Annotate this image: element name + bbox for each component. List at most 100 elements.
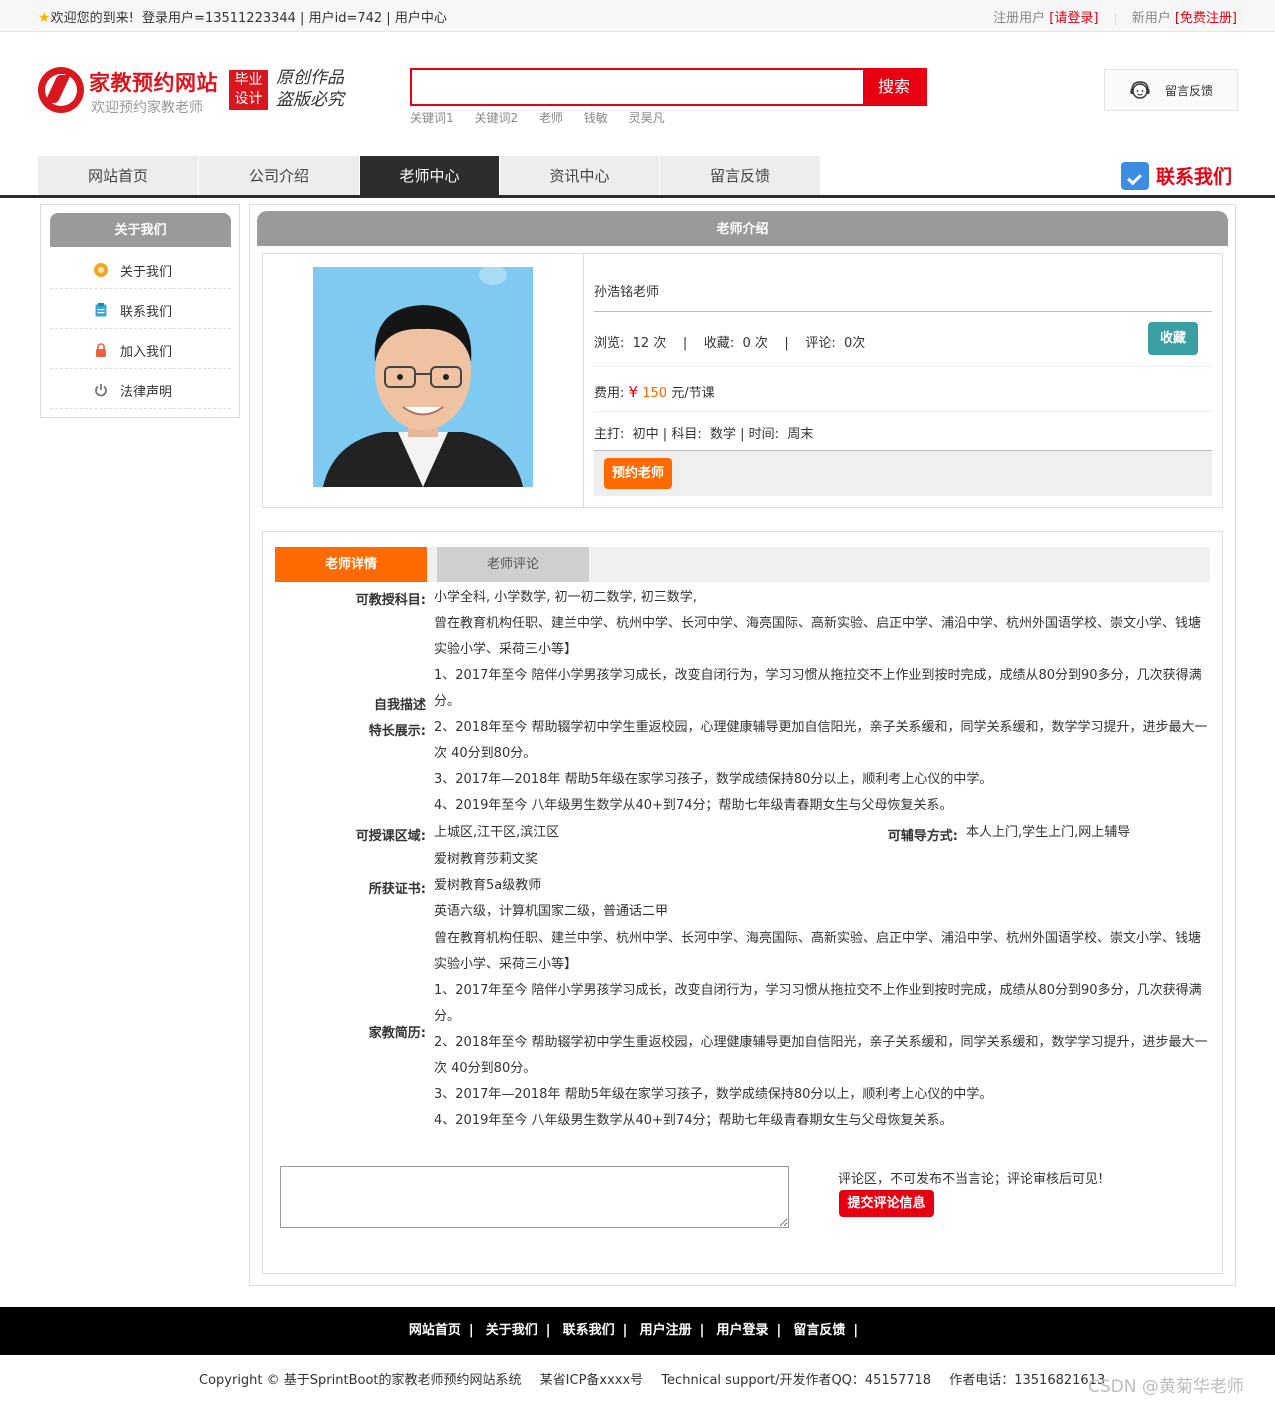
fee-divider	[594, 411, 1212, 412]
search-input[interactable]	[412, 70, 865, 104]
major-label: 主打:	[594, 427, 625, 442]
sidebar-item-label: 联系我们	[120, 305, 173, 320]
footer-separator: |	[622, 1323, 628, 1338]
favorite-button[interactable]: 收藏	[1148, 322, 1198, 355]
top-divider	[1114, 12, 1116, 25]
footer-link-feedback[interactable]: 留言反馈	[793, 1307, 845, 1355]
tab-teacher-comments[interactable]: 老师评论	[437, 547, 589, 582]
copyright-text: Copyright © 基于SprintBoot的家教老师预约网站系统	[199, 1373, 522, 1388]
badge-line1: 毕业	[234, 72, 263, 88]
subject-value: 数学	[709, 427, 736, 442]
footer-nav: 网站首页 | 关于我们 | 联系我们 | 用户注册 | 用户登录 | 留言反馈 |	[0, 1307, 1275, 1355]
sidebar-item-contact[interactable]: 联系我们	[50, 289, 231, 329]
self-description-line: 2、2018年至今 帮助辍学初中学生重返校园，心理健康辅导更加自信阳光，亲子关系…	[434, 720, 1208, 761]
check-icon	[1121, 162, 1149, 190]
nav-item-company[interactable]: 公司介绍	[199, 156, 360, 195]
nav-item-news[interactable]: 资讯中心	[500, 156, 660, 195]
footer-link-login[interactable]: 用户登录	[716, 1307, 768, 1355]
top-bar-right: 注册用户 [请登录] 新用户 [免费注册]	[993, 7, 1237, 26]
hot-keyword[interactable]: 钱敏	[584, 111, 608, 125]
hot-keyword[interactable]: 老师	[539, 111, 563, 125]
tab-teacher-details[interactable]: 老师详情	[275, 547, 427, 582]
hot-keyword[interactable]: 关键词1	[410, 111, 454, 125]
subject-label: 科目:	[671, 427, 702, 442]
customer-service-icon	[1130, 81, 1150, 99]
register-link[interactable]: [免费注册]	[1175, 11, 1237, 26]
comment-input[interactable]	[280, 1166, 789, 1228]
mode-label: 可辅导方式:	[887, 829, 958, 844]
sidebar-item-legal[interactable]: 法律声明	[50, 369, 231, 409]
contact-us-label: 联系我们	[1156, 166, 1233, 188]
self-description-line: 3、2017年—2018年 帮助5年级在家学习孩子，数学成绩保持80分以上，顺利…	[434, 772, 993, 787]
hot-keywords: 关键词1 关键词2 老师 钱敏 灵昊凡	[410, 109, 682, 126]
feedback-button[interactable]: 留言反馈	[1104, 69, 1238, 111]
hot-keyword[interactable]: 灵昊凡	[629, 111, 665, 125]
nav-item-teachers[interactable]: 老师中心	[360, 156, 500, 195]
nav-item-home[interactable]: 网站首页	[38, 156, 199, 195]
user-center-link[interactable]: 用户中心	[395, 11, 447, 26]
nav-underline	[0, 195, 1275, 198]
hot-keyword[interactable]: 关键词2	[474, 111, 518, 125]
power-icon	[95, 384, 107, 397]
time-value: 周末	[787, 427, 814, 442]
certificate-item: 爱树教育5a级教师	[434, 878, 542, 893]
major-value: 初中	[632, 427, 659, 442]
badge-line2: 设计	[234, 91, 263, 107]
graduation-badge: 毕业 设计	[229, 70, 268, 110]
search-button[interactable]: 搜索	[863, 70, 925, 104]
footer-link-home[interactable]: 网站首页	[409, 1307, 461, 1355]
views-label: 浏览:	[594, 336, 625, 351]
name-divider	[594, 311, 1212, 312]
footer-link-about[interactable]: 关于我们	[486, 1307, 538, 1355]
fee-label: 费用:	[594, 386, 625, 401]
self-description-text: 曾在教育机构任职、建兰中学、杭州中学、长河中学、海亮国际、高新实验、启正中学、浦…	[434, 611, 1209, 819]
support-text: Technical support/开发作者QQ：45157718	[661, 1373, 932, 1388]
fee-row: 费用: ¥ 150 元/节课	[594, 382, 1212, 401]
teacher-name: 孙浩铭老师	[594, 285, 660, 300]
self-description-line: 1、2017年至今 陪伴小学男孩学习成长，改变自闭行为，学习习惯从拖拉交不上作业…	[434, 668, 1202, 709]
feedback-label: 留言反馈	[1165, 84, 1214, 98]
user-id-text: 用户id=742	[308, 11, 383, 26]
history-line: 2、2018年至今 帮助辍学初中学生重返校园，心理健康辅导更加自信阳光，亲子关系…	[434, 1035, 1208, 1076]
sidebar-item-join[interactable]: 加入我们	[50, 329, 231, 369]
booking-bar	[594, 451, 1212, 496]
teacher-portrait-image	[313, 267, 533, 487]
comments-value: 0次	[843, 336, 866, 351]
login-link[interactable]: [请登录]	[1049, 11, 1098, 26]
sidebar: 关于我们 关于我们 联系我们 加入我们 法律声明	[40, 204, 240, 418]
footer-link-contact[interactable]: 联系我们	[563, 1307, 615, 1355]
favorites-value: 0 次	[742, 336, 768, 351]
orange-circle-icon	[94, 263, 108, 277]
profile-divider	[583, 254, 584, 507]
views-value: 12 次	[632, 336, 667, 351]
slogan-line1: 原创作品	[276, 68, 344, 88]
submit-comment-button[interactable]: 提交评论信息	[839, 1190, 934, 1217]
certificates-list: 爱树教育莎莉文奖 爱树教育5a级教师 英语六级，计算机国家二级，普通话二甲	[434, 847, 1209, 925]
phone-text: 作者电话：13516821613	[949, 1373, 1106, 1388]
area-label: 可授课区域:	[355, 829, 426, 844]
self-description-label: 自我描述	[373, 698, 426, 713]
history-line: 4、2019年至今 八年级男生数学从40+到74分；帮助七年级青春期女生与父母恢…	[434, 1113, 953, 1128]
specialty-label: 特长展示:	[368, 724, 426, 739]
logo-subtitle: 欢迎预约家教老师	[91, 100, 203, 116]
fee-value: 150	[642, 386, 668, 401]
sidebar-item-about[interactable]: 关于我们	[50, 249, 231, 289]
comment-tip: 评论区，不可发布不当言论；评论审核后可见!	[838, 1172, 1104, 1187]
book-teacher-button[interactable]: 预约老师	[604, 458, 672, 489]
copyright-bar: Copyright © 基于SprintBoot的家教老师预约网站系统 某省IC…	[0, 1369, 1275, 1388]
nav-item-feedback[interactable]: 留言反馈	[660, 156, 821, 195]
teacher-photo	[313, 267, 533, 487]
certificate-item: 英语六级，计算机国家二级，普通话二甲	[434, 904, 669, 919]
footer-link-register[interactable]: 用户注册	[640, 1307, 692, 1355]
footer-separator: |	[468, 1323, 474, 1338]
login-user-text: 登录用户=13511223344	[142, 11, 296, 26]
slogan: 原创作品 盗版必究	[276, 67, 356, 111]
icp-text: 某省ICP备xxxx号	[539, 1373, 644, 1388]
stats-divider	[594, 366, 1212, 367]
history-line: 3、2017年—2018年 帮助5年级在家学习孩子，数学成绩保持80分以上，顺利…	[434, 1087, 993, 1102]
sidebar-item-label: 关于我们	[120, 265, 173, 280]
clipboard-icon	[95, 303, 107, 317]
mode-value: 本人上门,学生上门,网上辅导	[966, 825, 1131, 840]
new-user-label: 新用户	[1131, 11, 1171, 26]
fee-currency: ¥	[628, 383, 639, 401]
